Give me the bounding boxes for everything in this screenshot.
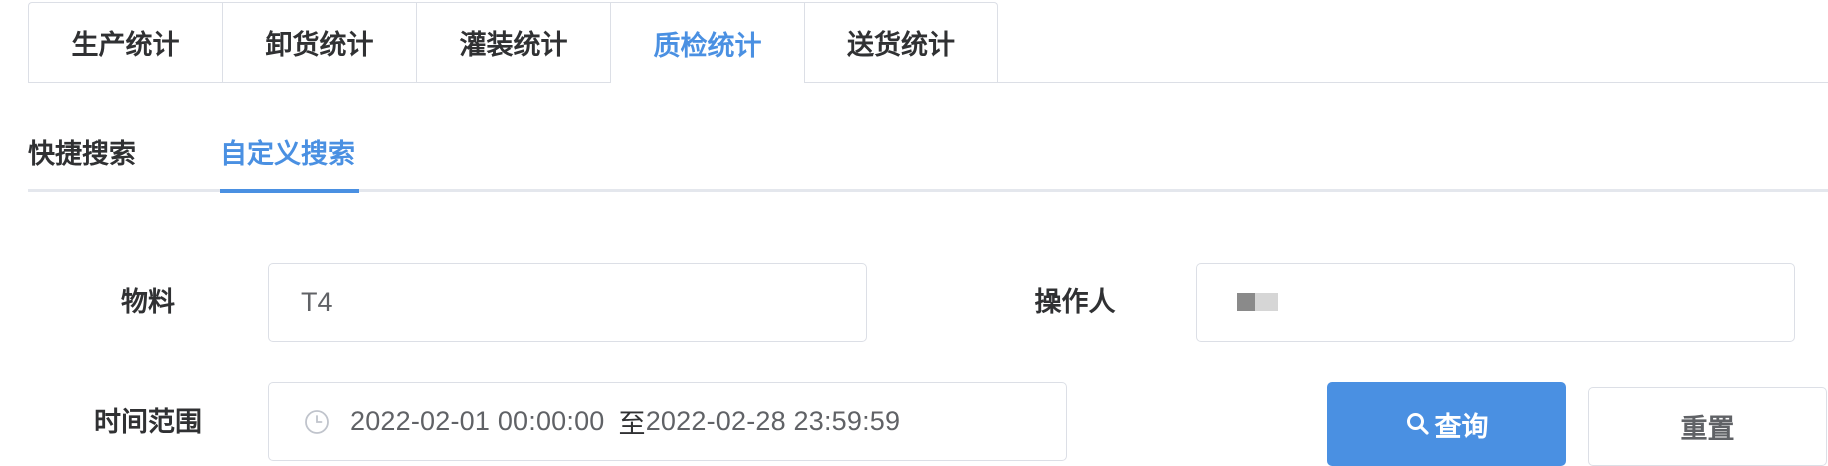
tab-filling-stats[interactable]: 灌装统计 xyxy=(416,2,610,82)
redacted-operator-value xyxy=(1237,293,1278,311)
reset-button[interactable]: 重置 xyxy=(1588,387,1827,466)
query-button[interactable]: 查询 xyxy=(1327,382,1566,466)
time-range-picker[interactable]: 2022-02-01 00:00:00 至 2022-02-28 23:59:5… xyxy=(268,382,1067,461)
operator-label: 操作人 xyxy=(1034,287,1116,317)
active-mode-underline xyxy=(220,189,359,193)
tab-quick-search[interactable]: 快捷搜索 xyxy=(28,134,136,174)
clock-icon xyxy=(304,409,330,435)
material-input-value: T4 xyxy=(301,287,333,317)
time-range-label: 时间范围 xyxy=(94,407,202,437)
operator-input[interactable] xyxy=(1196,263,1795,342)
search-icon xyxy=(1405,411,1431,437)
stat-tabs: 生产统计 卸货统计 灌装统计 质检统计 送货统计 xyxy=(28,2,998,84)
reset-button-label: 重置 xyxy=(1680,414,1735,444)
tab-delivery-stats[interactable]: 送货统计 xyxy=(804,2,998,82)
query-button-label: 查询 xyxy=(1434,411,1489,442)
tab-custom-search[interactable]: 自定义搜索 xyxy=(220,134,355,174)
material-label: 物料 xyxy=(121,287,175,317)
time-range-separator: 至 xyxy=(618,409,646,439)
time-range-end: 2022-02-28 23:59:59 xyxy=(645,406,901,436)
tab-unloading-stats[interactable]: 卸货统计 xyxy=(222,2,416,82)
tab-quality-stats[interactable]: 质检统计 xyxy=(610,2,804,83)
material-input[interactable]: T4 xyxy=(268,263,867,342)
tab-production-stats[interactable]: 生产统计 xyxy=(28,2,222,82)
time-range-start: 2022-02-01 00:00:00 xyxy=(350,406,605,436)
